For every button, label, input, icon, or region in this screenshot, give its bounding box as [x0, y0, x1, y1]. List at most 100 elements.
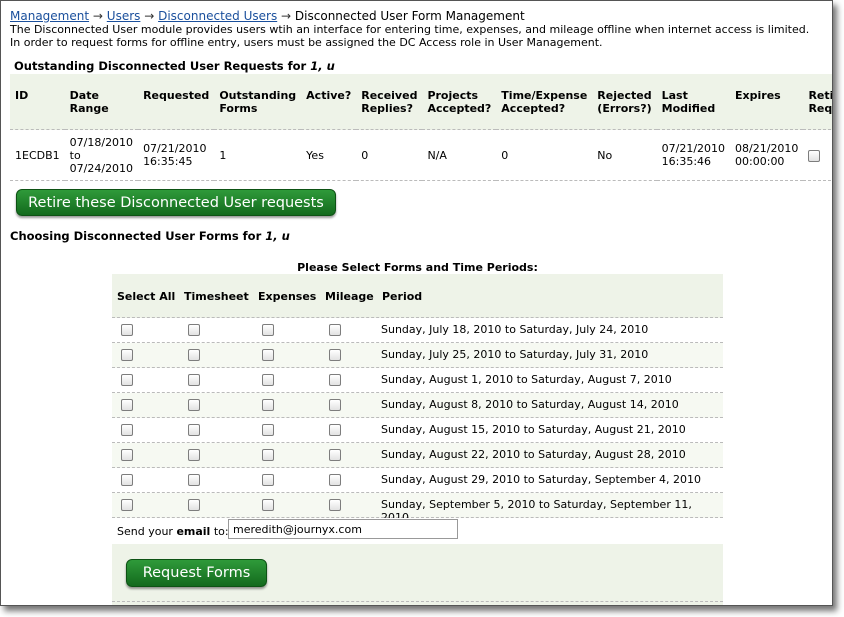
mileage-checkbox[interactable] — [329, 374, 341, 386]
period-label: Sunday, July 18, 2010 to Saturday, July … — [381, 323, 649, 336]
retire-request-checkbox[interactable] — [808, 149, 821, 162]
timesheet-checkbox[interactable] — [188, 399, 200, 411]
period-label: Sunday, July 25, 2010 to Saturday, July … — [381, 348, 649, 361]
select-all-checkbox[interactable] — [121, 424, 133, 436]
email-label-suffix: to: — [210, 525, 229, 538]
mileage-checkbox[interactable] — [329, 349, 341, 361]
period-row: Sunday, August 8, 2010 to Saturday, Augu… — [112, 393, 723, 418]
breadcrumb-separator: → — [281, 9, 292, 23]
period-label: Sunday, August 22, 2010 to Saturday, Aug… — [381, 448, 686, 461]
col-expires: Expires — [730, 74, 804, 130]
period-row: Sunday, August 1, 2010 to Saturday, Augu… — [112, 368, 723, 393]
cell-rejected: No — [592, 129, 657, 181]
expenses-checkbox[interactable] — [262, 374, 274, 386]
app-window: Management → Users → Disconnected Users … — [0, 0, 833, 606]
period-row: Sunday, August 22, 2010 to Saturday, Aug… — [112, 443, 723, 468]
cell-last-modified: 07/21/2010 16:35:46 — [656, 129, 731, 181]
mileage-checkbox[interactable] — [329, 474, 341, 486]
choosing-heading-user: 1, u — [265, 229, 290, 243]
forms-title: Please Select Forms and Time Periods: — [297, 261, 538, 274]
breadcrumb-disconnected-users-link[interactable]: Disconnected Users — [158, 9, 277, 23]
cell-time-expense-accepted: 0 — [496, 129, 593, 181]
breadcrumb-users-link[interactable]: Users — [107, 9, 141, 23]
cell-id: 1ECDB1 — [10, 129, 65, 181]
timesheet-checkbox[interactable] — [188, 349, 200, 361]
col-requested: Requested — [138, 74, 215, 130]
period-row: Sunday, July 18, 2010 to Saturday, July … — [112, 318, 723, 343]
mileage-checkbox[interactable] — [329, 324, 341, 336]
table-row: 1ECDB1 07/18/2010 to 07/24/2010 07/21/20… — [10, 129, 832, 181]
select-all-checkbox[interactable] — [121, 399, 133, 411]
outstanding-heading-label: Outstanding Disconnected User Requests f… — [14, 59, 311, 73]
table-header-row: ID Date Range Requested Outstanding Form… — [10, 74, 832, 130]
cell-projects-accepted: N/A — [422, 129, 497, 181]
breadcrumb-separator: → — [144, 9, 155, 23]
period-label: Sunday, August 1, 2010 to Saturday, Augu… — [381, 373, 672, 386]
expenses-checkbox[interactable] — [262, 424, 274, 436]
col-last-modified: Last Modified — [656, 74, 731, 130]
mileage-checkbox[interactable] — [329, 399, 341, 411]
expenses-checkbox[interactable] — [262, 449, 274, 461]
select-all-header[interactable]: Select All — [117, 290, 175, 303]
period-row: Sunday, August 15, 2010 to Saturday, Aug… — [112, 418, 723, 443]
request-forms-button[interactable]: Request Forms — [126, 559, 267, 587]
email-label: Send your email to: — [117, 525, 229, 538]
expenses-checkbox[interactable] — [262, 499, 274, 511]
outstanding-requests-table: ID Date Range Requested Outstanding Form… — [10, 74, 832, 181]
select-all-checkbox[interactable] — [121, 374, 133, 386]
select-all-checkbox[interactable] — [121, 324, 133, 336]
retire-requests-button[interactable]: Retire these Disconnected User requests — [16, 189, 336, 216]
cell-active: Yes — [301, 129, 357, 181]
expenses-checkbox[interactable] — [262, 324, 274, 336]
timesheet-checkbox[interactable] — [188, 424, 200, 436]
expenses-checkbox[interactable] — [262, 399, 274, 411]
period-row: Sunday, September 5, 2010 to Saturday, S… — [112, 493, 723, 524]
expenses-checkbox[interactable] — [262, 474, 274, 486]
timesheet-checkbox[interactable] — [188, 449, 200, 461]
mileage-header: Mileage — [325, 290, 374, 303]
email-row: Send your email to: — [112, 518, 723, 544]
period-row: Sunday, August 29, 2010 to Saturday, Sep… — [112, 468, 723, 493]
period-header: Period — [382, 290, 423, 303]
timesheet-header: Timesheet — [184, 290, 249, 303]
choosing-heading-label: Choosing Disconnected User Forms for — [10, 229, 266, 243]
col-time-expense-accepted: Time/Expense Accepted? — [496, 74, 593, 130]
period-label: Sunday, August 15, 2010 to Saturday, Aug… — [381, 423, 686, 436]
timesheet-checkbox[interactable] — [188, 474, 200, 486]
breadcrumb-management-link[interactable]: Management — [10, 9, 89, 23]
select-all-checkbox[interactable] — [121, 449, 133, 461]
col-active: Active? — [301, 74, 357, 130]
outstanding-requests-heading: Outstanding Disconnected User Requests f… — [14, 59, 335, 73]
col-date-range: Date Range — [64, 74, 139, 130]
select-all-checkbox[interactable] — [121, 349, 133, 361]
choosing-forms-heading: Choosing Disconnected User Forms for 1, … — [10, 229, 290, 243]
breadcrumb-current: Disconnected User Form Management — [294, 9, 525, 23]
period-label: Sunday, August 29, 2010 to Saturday, Sep… — [381, 473, 702, 486]
mileage-checkbox[interactable] — [329, 424, 341, 436]
expenses-checkbox[interactable] — [262, 349, 274, 361]
cell-outstanding-forms: 1 — [214, 129, 302, 181]
timesheet-checkbox[interactable] — [188, 324, 200, 336]
email-input[interactable] — [228, 519, 458, 539]
mileage-checkbox[interactable] — [329, 499, 341, 511]
col-rejected: Rejected (Errors?) — [592, 74, 657, 130]
forms-selection-panel: Select All Timesheet Expenses Mileage Pe… — [112, 274, 723, 605]
cell-expires: 08/21/2010 00:00:00 — [730, 129, 804, 181]
timesheet-checkbox[interactable] — [188, 374, 200, 386]
cell-date-range: 07/18/2010 to 07/24/2010 — [64, 129, 139, 181]
expenses-header: Expenses — [258, 290, 317, 303]
cell-received-replies: 0 — [356, 129, 423, 181]
intro-text: The Disconnected User module provides us… — [10, 23, 810, 49]
col-outstanding-forms: Outstanding Forms — [214, 74, 302, 130]
forms-header-row: Select All Timesheet Expenses Mileage Pe… — [112, 274, 723, 318]
cell-retire-request — [803, 129, 832, 181]
col-id: ID — [10, 74, 65, 130]
mileage-checkbox[interactable] — [329, 449, 341, 461]
col-retire-request: Retire Request? — [803, 74, 832, 130]
period-row: Sunday, July 25, 2010 to Saturday, July … — [112, 343, 723, 368]
timesheet-checkbox[interactable] — [188, 499, 200, 511]
select-all-checkbox[interactable] — [121, 499, 133, 511]
col-received-replies: Received Replies? — [356, 74, 423, 130]
email-label-prefix: Send your — [117, 525, 177, 538]
select-all-checkbox[interactable] — [121, 474, 133, 486]
